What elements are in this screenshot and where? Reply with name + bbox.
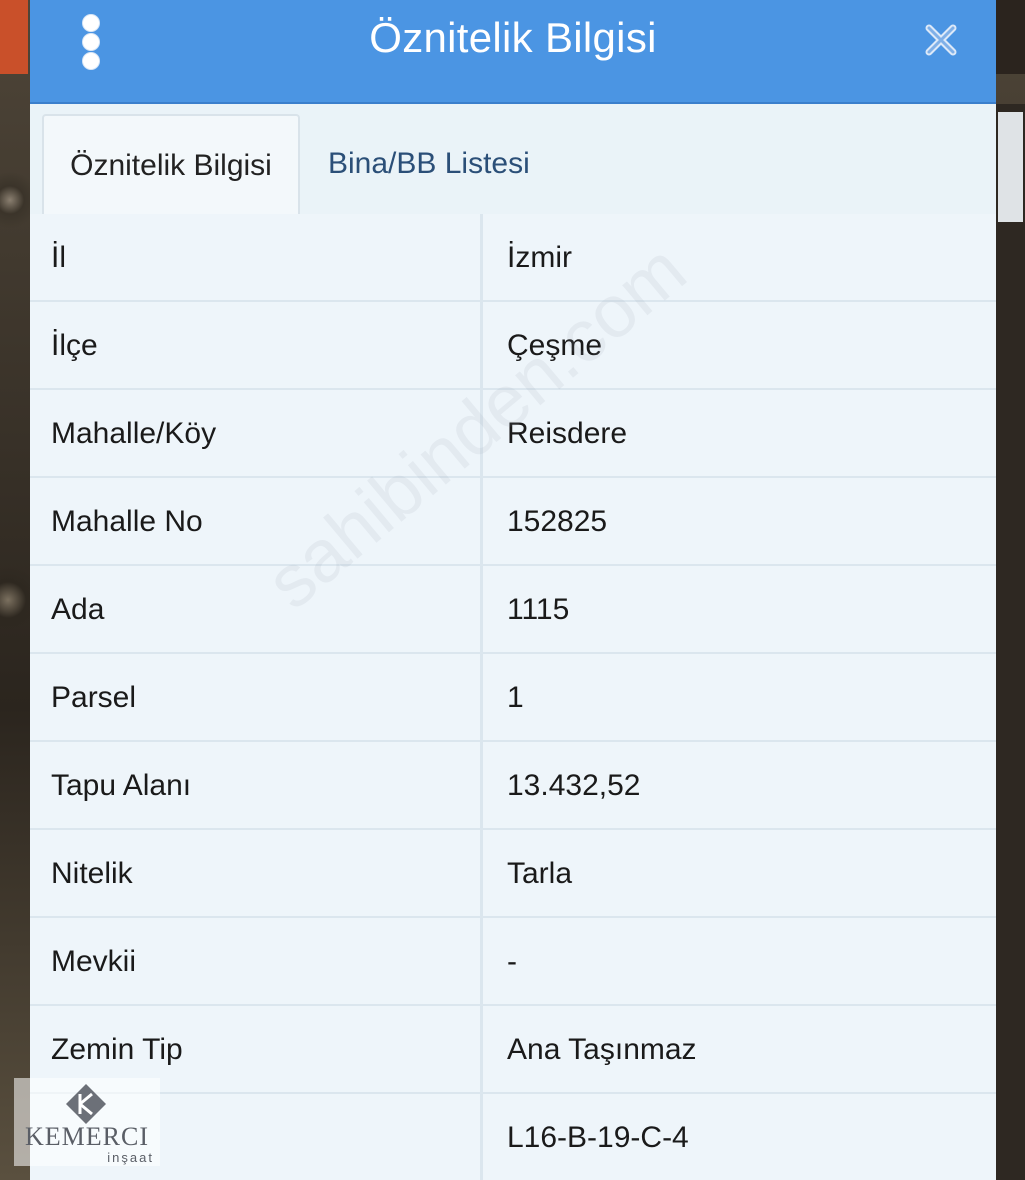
attribute-value: Ana Taşınmaz	[507, 1033, 697, 1066]
attribute-value: -	[507, 945, 517, 978]
close-icon[interactable]	[923, 22, 959, 58]
table-row: Mahalle No 152825	[30, 478, 996, 566]
attribute-key: Parsel	[30, 654, 483, 740]
table-row: Zemin Tip Ana Taşınmaz	[30, 1006, 996, 1094]
logo-subtitle: inşaat	[107, 1150, 154, 1165]
attribute-key: İlçe	[30, 302, 483, 388]
table-row: L16-B-19-C-4	[30, 1094, 996, 1180]
table-row: İl İzmir	[30, 214, 996, 302]
dialog-titlebar: Öznitelik Bilgisi	[30, 0, 996, 104]
logo-name: KEMERCI	[25, 1122, 149, 1151]
attribute-key: Ada	[30, 566, 483, 652]
logo-diamond-icon	[66, 1084, 106, 1124]
dialog-title: Öznitelik Bilgisi	[369, 14, 657, 61]
attribute-key: Mevkii	[30, 918, 483, 1004]
map-edge-right	[996, 0, 1025, 74]
tab-oznitelik-bilgisi[interactable]: Öznitelik Bilgisi	[42, 114, 300, 214]
attribute-key: İl	[30, 214, 483, 300]
attribute-value: Tarla	[507, 857, 573, 890]
table-row: Tapu Alanı 13.432,52	[30, 742, 996, 830]
scrollbar[interactable]	[996, 104, 1025, 1180]
table-row: Ada 1115	[30, 566, 996, 654]
attribute-value: İzmir	[507, 241, 572, 274]
attribute-key: Nitelik	[30, 830, 483, 916]
attribute-value: 152825	[507, 505, 608, 538]
tab-bina-bb-listesi[interactable]: Bina/BB Listesi	[328, 114, 530, 212]
attribute-value: 1115	[507, 593, 570, 626]
attribute-value: L16-B-19-C-4	[507, 1121, 689, 1154]
attribute-key: Tapu Alanı	[30, 742, 483, 828]
company-logo: KEMERCI inşaat	[14, 1078, 160, 1166]
table-row: Mevkii -	[30, 918, 996, 1006]
table-row: Nitelik Tarla	[30, 830, 996, 918]
attribute-value: 13.432,52	[507, 769, 641, 802]
attribute-dialog: Öznitelik Bilgisi Öznitelik Bilgisi Bina…	[30, 0, 996, 1180]
tab-bar: Öznitelik Bilgisi Bina/BB Listesi	[30, 104, 996, 216]
scrollbar-thumb[interactable]	[998, 112, 1023, 222]
table-row: Parsel 1	[30, 654, 996, 742]
map-edge-left	[0, 0, 28, 74]
attribute-value: 1	[507, 681, 524, 714]
